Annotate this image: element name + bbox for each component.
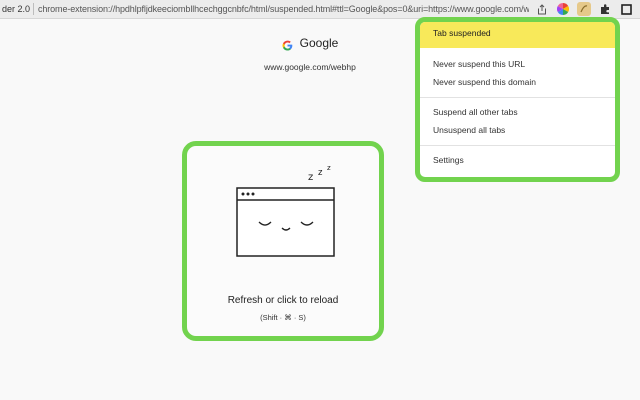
google-g-icon [282,38,293,51]
address-bar[interactable]: chrome-extension://hpdhlpfljdkeeciombllh… [38,4,529,14]
menu-settings[interactable]: Settings [420,151,615,169]
svg-text:z: z [318,168,323,178]
popup-spacer [420,48,615,55]
svg-text:z: z [327,164,331,172]
toolbar-icons [535,2,640,16]
sleeping-window-icon: z z z [232,158,337,263]
suspender-popup: Tab suspended Never suspend this URL Nev… [415,17,620,182]
menu-suspend-other-tabs[interactable]: Suspend all other tabs [420,103,615,121]
suspender-extension-icon[interactable] [577,2,592,16]
svg-text:z: z [308,172,313,183]
window-icon[interactable] [619,2,633,16]
tab-title[interactable]: der 2.0 [0,4,30,14]
menu-never-suspend-domain[interactable]: Never suspend this domain [420,73,615,91]
puzzle-icon[interactable] [598,2,612,16]
menu-never-suspend-url[interactable]: Never suspend this URL [420,55,615,73]
share-icon[interactable] [535,2,549,16]
reload-text[interactable]: Refresh or click to reload [187,295,379,306]
page-title: Google [299,36,339,50]
toolbar-separator [32,3,34,15]
menu-unsuspend-all-tabs[interactable]: Unsuspend all tabs [420,121,615,139]
keyboard-shortcut: (Shift · ⌘ · S) [260,313,306,322]
reload-card[interactable]: z z z Refresh or click to reload (Shift … [182,141,384,341]
status-badge: Tab suspended [420,22,615,48]
color-wheel-icon[interactable] [556,2,570,16]
